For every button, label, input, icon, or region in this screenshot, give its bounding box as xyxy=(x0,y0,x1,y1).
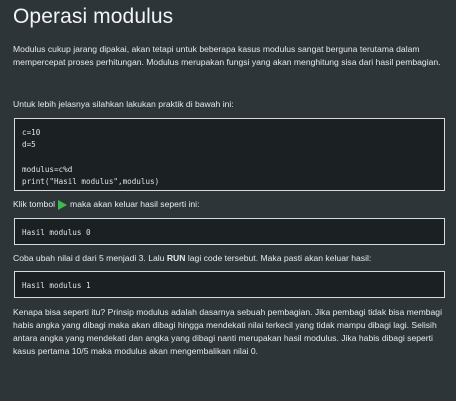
output-block-1: Hasil modulus 0 xyxy=(14,218,445,245)
page-title: Operasi modulus xyxy=(13,5,174,28)
change-instruction: Coba ubah nilai d dari 5 menjadi 3. Lalu… xyxy=(13,252,444,265)
change-instruction-after: lagi code tersebut. Maka pasti akan kelu… xyxy=(185,253,372,263)
code-block[interactable]: c=10 d=5 modulus=c%d print("Hasil modulu… xyxy=(14,118,445,191)
run-instruction-before: Klik tombol xyxy=(13,199,56,209)
lesson-page: Operasi modulus Modulus cukup jarang dip… xyxy=(0,0,456,401)
practice-lead-text: Untuk lebih jelasnya silahkan lakukan pr… xyxy=(13,99,234,109)
output-block-2: Hasil modulus 1 xyxy=(14,271,445,298)
run-keyword: RUN xyxy=(166,253,186,263)
play-icon xyxy=(58,199,68,210)
change-instruction-before: Coba ubah nilai d dari 5 menjadi 3. Lalu xyxy=(13,253,167,263)
run-instruction: Klik tombol maka akan keluar hasil seper… xyxy=(13,198,444,211)
run-instruction-after: maka akan keluar hasil seperti ini: xyxy=(70,199,200,209)
intro-paragraph: Modulus cukup jarang dipakai, akan tetap… xyxy=(13,44,441,67)
explanation-paragraph: Kenapa bisa seperti itu? Prinsip modulus… xyxy=(13,307,442,356)
